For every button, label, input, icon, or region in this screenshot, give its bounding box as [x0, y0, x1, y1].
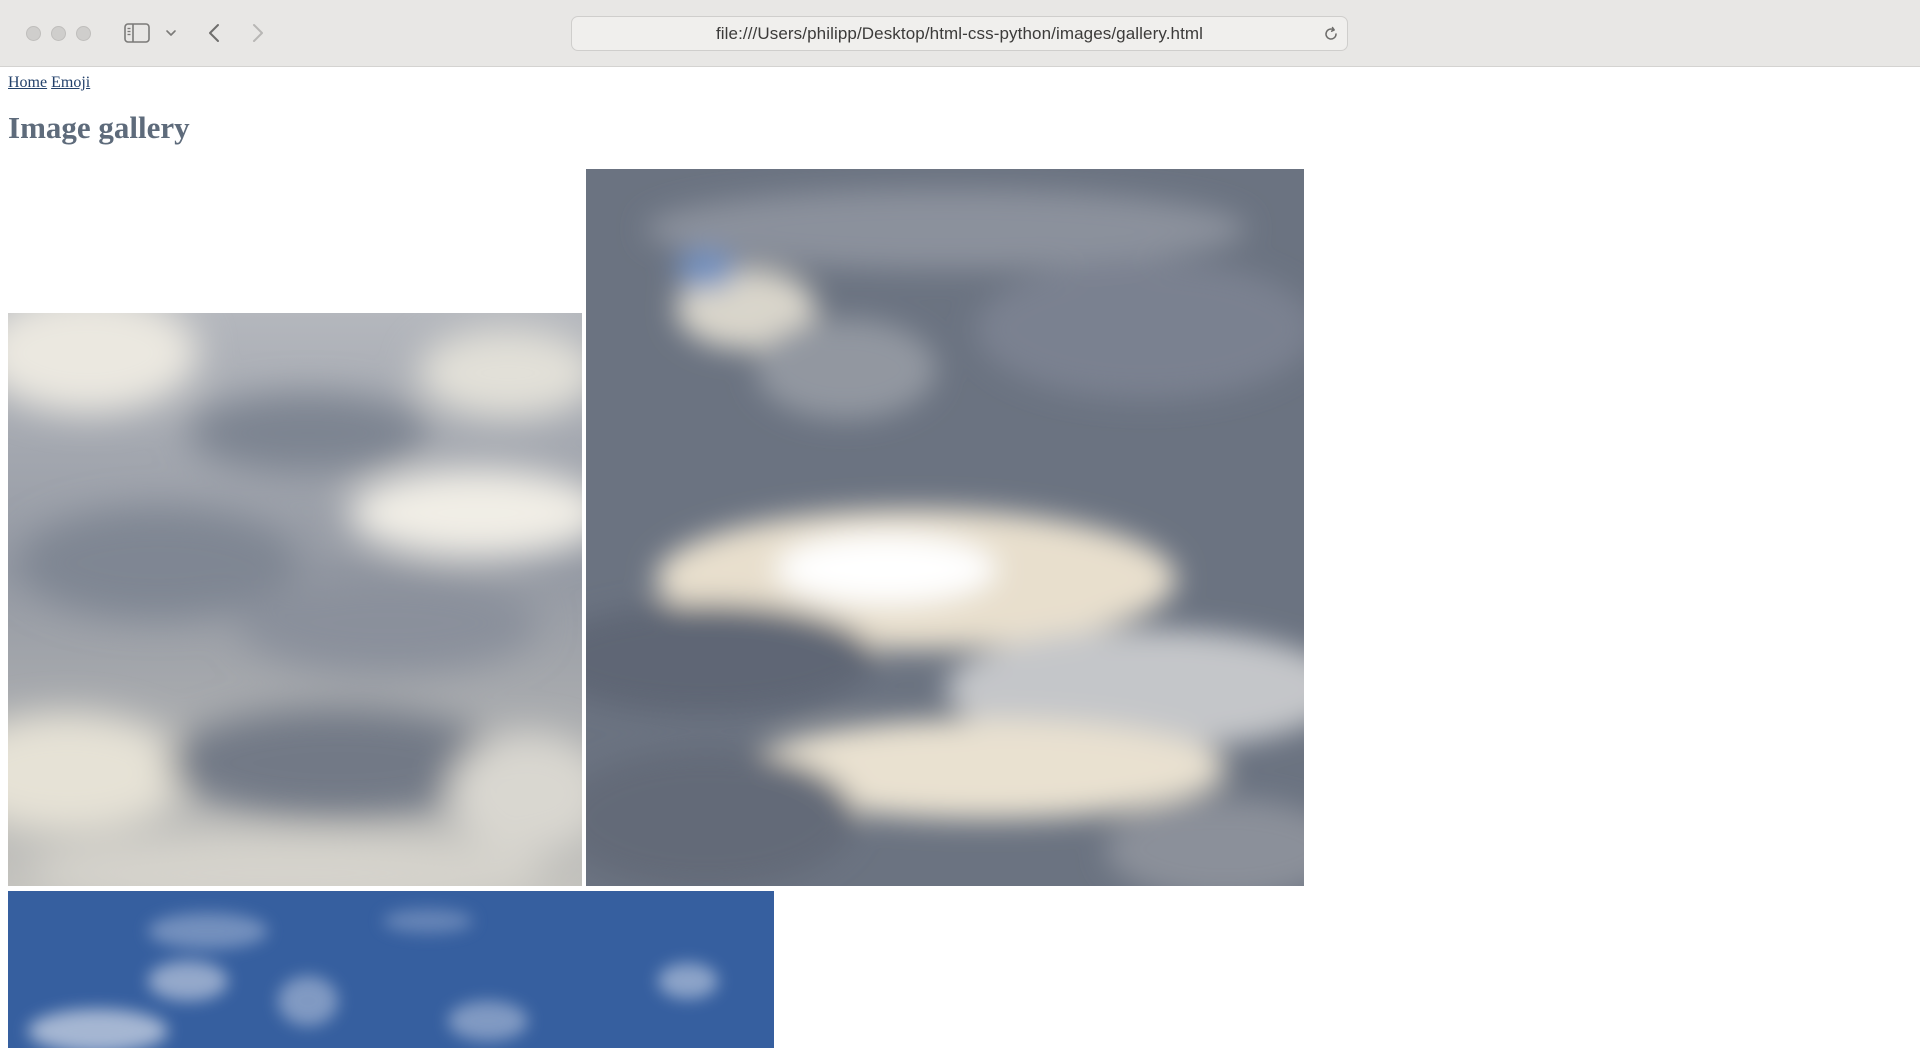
- page-content: Home Emoji Image gallery: [0, 68, 1920, 1048]
- nav-link-emoji[interactable]: Emoji: [51, 74, 90, 91]
- browser-toolbar: file:///Users/philipp/Desktop/html-css-p…: [0, 0, 1920, 67]
- gallery-image-clouds-1: [8, 313, 582, 886]
- address-text: file:///Users/philipp/Desktop/html-css-p…: [715, 23, 1204, 43]
- site-nav: Home Emoji: [8, 74, 90, 92]
- maximize-window-button[interactable]: [76, 26, 91, 41]
- chevron-down-icon[interactable]: [162, 24, 180, 42]
- minimize-window-button[interactable]: [51, 26, 66, 41]
- forward-arrow-icon[interactable]: [246, 18, 270, 48]
- address-bar[interactable]: file:///Users/philipp/Desktop/html-css-p…: [571, 16, 1348, 51]
- browser-window: file:///Users/philipp/Desktop/html-css-p…: [0, 0, 1920, 1048]
- sidebar-icon[interactable]: [122, 20, 152, 46]
- gallery-image-blue-sky: [8, 891, 774, 1048]
- page-title: Image gallery: [8, 110, 190, 145]
- reload-icon[interactable]: [1321, 24, 1341, 44]
- gallery-image-clouds-2: [586, 169, 1304, 886]
- back-arrow-icon[interactable]: [202, 18, 226, 48]
- nav-link-home[interactable]: Home: [8, 74, 47, 91]
- close-window-button[interactable]: [26, 26, 41, 41]
